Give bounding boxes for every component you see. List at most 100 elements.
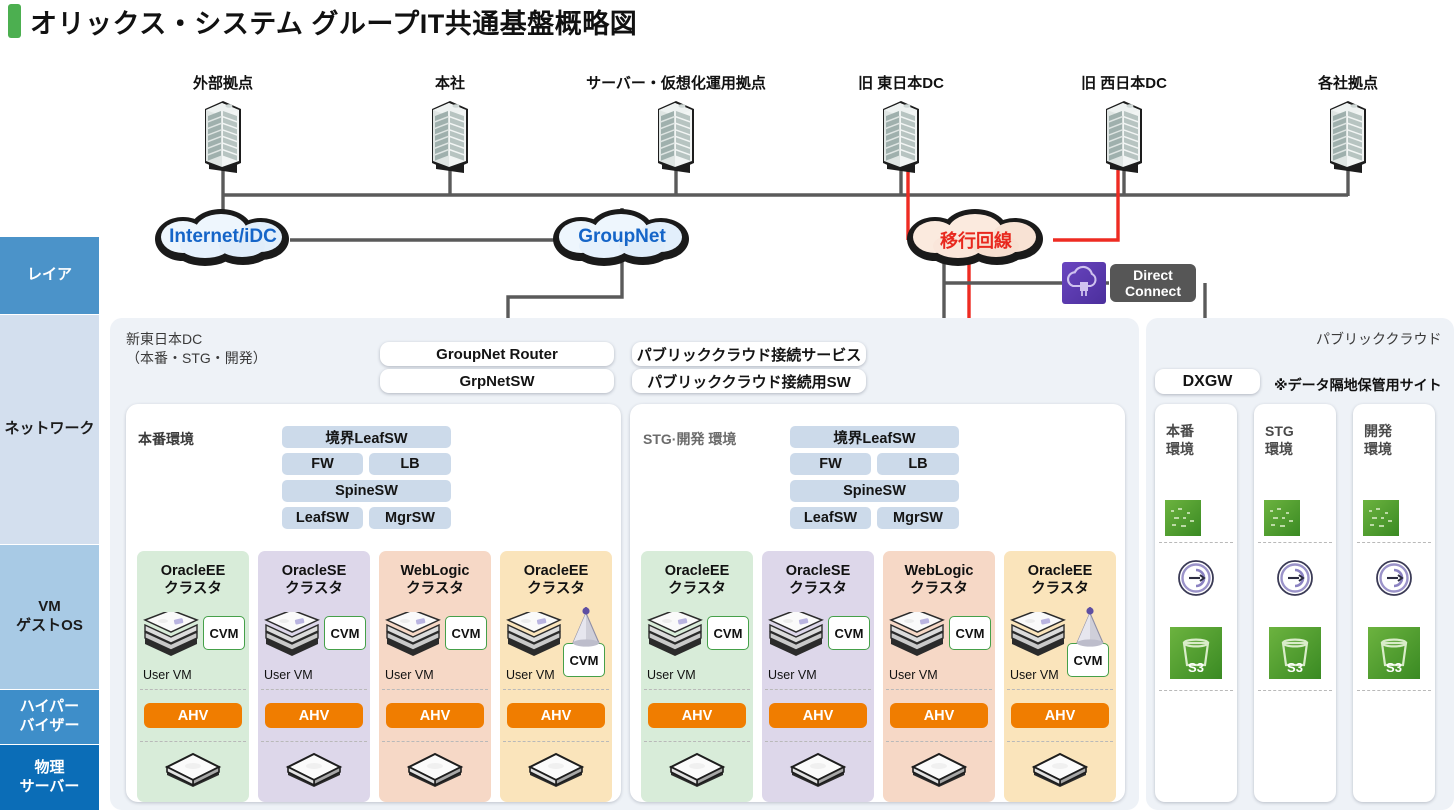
user-vm-label: User VM bbox=[264, 668, 313, 682]
user-vm-icon bbox=[504, 612, 564, 656]
cloud-env-card[interactable] bbox=[1353, 404, 1435, 802]
ahv-hypervisor-bar[interactable]: AHV bbox=[386, 703, 484, 728]
layer-divider bbox=[886, 741, 992, 742]
building-icon bbox=[1324, 95, 1372, 175]
prod-spinesw[interactable]: SpineSW bbox=[282, 480, 451, 502]
public-cloud-connect-service-pill[interactable]: パブリッククラウド接続サービス bbox=[632, 342, 866, 366]
cluster-title: WebLogic クラスタ bbox=[883, 562, 995, 598]
layer-divider bbox=[1007, 689, 1113, 690]
layer-divider bbox=[382, 741, 488, 742]
prod-boundary-leafsw[interactable]: 境界LeafSW bbox=[282, 426, 451, 448]
cvm-box[interactable]: CVM bbox=[445, 616, 487, 650]
prod-fw[interactable]: FW bbox=[282, 453, 363, 475]
user-vm-label: User VM bbox=[143, 668, 192, 682]
cluster-title: OracleEE クラスタ bbox=[641, 562, 753, 598]
ahv-hypervisor-bar[interactable]: AHV bbox=[507, 703, 605, 728]
cluster-title: OracleEE クラスタ bbox=[137, 562, 249, 598]
vpc-endpoint-icon bbox=[1375, 559, 1413, 597]
layer-divider bbox=[1357, 690, 1431, 691]
ahv-hypervisor-bar[interactable]: AHV bbox=[265, 703, 363, 728]
cloud-env-line2: 環境 bbox=[1364, 441, 1392, 458]
cloud-env-line2: 環境 bbox=[1265, 441, 1293, 458]
layer-divider bbox=[140, 689, 246, 690]
cvm-box[interactable]: CVM bbox=[203, 616, 245, 650]
layer-divider bbox=[1258, 690, 1332, 691]
layer-divider bbox=[765, 741, 871, 742]
cloud-internet-label: Internet/iDC bbox=[169, 226, 277, 247]
stg-lb[interactable]: LB bbox=[877, 453, 959, 475]
user-vm-icon bbox=[1008, 612, 1068, 656]
cloud-env-label: STG 環境 bbox=[1265, 422, 1294, 458]
cloud-internet-idc: Internet/iDC bbox=[143, 206, 303, 268]
layer-divider bbox=[503, 689, 609, 690]
s3-storage-icon: S3 bbox=[1170, 627, 1222, 679]
stg-spinesw[interactable]: SpineSW bbox=[790, 480, 959, 502]
ahv-hypervisor-bar[interactable]: AHV bbox=[648, 703, 746, 728]
cvm-box[interactable]: CVM bbox=[324, 616, 366, 650]
cloud-migration-line: 移行回線 bbox=[895, 206, 1057, 268]
cloud-env-line1: STG bbox=[1265, 423, 1294, 439]
grpnetsw-pill[interactable]: GrpNetSW bbox=[380, 369, 614, 393]
ahv-hypervisor-bar[interactable]: AHV bbox=[769, 703, 867, 728]
ahv-hypervisor-bar[interactable]: AHV bbox=[890, 703, 988, 728]
cvm-box[interactable]: CVM bbox=[707, 616, 749, 650]
site-label-0: 外部拠点 bbox=[192, 75, 253, 92]
user-vm-label: User VM bbox=[768, 668, 817, 682]
prod-mgrsw[interactable]: MgrSW bbox=[369, 507, 451, 529]
site-label-1: 本社 bbox=[434, 75, 465, 92]
stg-mgrsw[interactable]: MgrSW bbox=[877, 507, 959, 529]
prod-leafsw[interactable]: LeafSW bbox=[282, 507, 363, 529]
physical-server-icon bbox=[163, 751, 223, 787]
subnet-icon bbox=[1264, 500, 1300, 536]
building-icon bbox=[426, 95, 474, 175]
groupnet-router-pill[interactable]: GroupNet Router bbox=[380, 342, 614, 366]
cvm-box[interactable]: CVM bbox=[949, 616, 991, 650]
user-vm-icon bbox=[645, 612, 705, 656]
building-icon bbox=[877, 95, 925, 175]
cloud-groupnet: GroupNet bbox=[541, 206, 703, 268]
cluster-title: OracleSE クラスタ bbox=[762, 562, 874, 598]
stg-dev-env-label: STG·開発 環境 bbox=[643, 431, 737, 447]
ahv-hypervisor-bar[interactable]: AHV bbox=[144, 703, 242, 728]
subnet-icon bbox=[1363, 500, 1399, 536]
cloud-groupnet-label: GroupNet bbox=[578, 226, 666, 247]
cloud-env-label: 本番 環境 bbox=[1166, 422, 1194, 458]
dc-title-line2: （本番・STG・開発） bbox=[126, 349, 267, 366]
cloud-env-line2: 環境 bbox=[1166, 441, 1194, 458]
building-icon bbox=[652, 95, 700, 175]
site-label-2: サーバー・仮想化運用拠点 bbox=[586, 75, 766, 92]
user-vm-icon bbox=[383, 612, 443, 656]
stg-fw[interactable]: FW bbox=[790, 453, 871, 475]
building-icon bbox=[1100, 95, 1148, 175]
cluster-title-line2: クラスタ bbox=[285, 581, 343, 598]
public-cloud-connect-sw-pill[interactable]: パブリッククラウド接続用SW bbox=[632, 369, 866, 393]
dxgw-pill[interactable]: DXGW bbox=[1155, 369, 1260, 394]
site-label-5: 各社拠点 bbox=[1317, 75, 1378, 92]
cloud-env-card[interactable] bbox=[1155, 404, 1237, 802]
prism-central-icon bbox=[568, 605, 604, 649]
layer-divider bbox=[644, 741, 750, 742]
prod-lb[interactable]: LB bbox=[369, 453, 451, 475]
user-vm-label: User VM bbox=[1010, 668, 1059, 682]
site-label-3: 旧 東日本DC bbox=[858, 75, 944, 92]
data-offsite-note: ※データ隔地保管用サイト bbox=[1274, 377, 1442, 393]
cvm-box[interactable]: CVM bbox=[828, 616, 870, 650]
layer-divider bbox=[644, 689, 750, 690]
production-env-label: 本番環境 bbox=[138, 431, 194, 447]
stg-leafsw[interactable]: LeafSW bbox=[790, 507, 871, 529]
ahv-hypervisor-bar[interactable]: AHV bbox=[1011, 703, 1109, 728]
cluster-title-line1: WebLogic bbox=[400, 563, 470, 579]
cluster-title-line1: WebLogic bbox=[904, 563, 974, 579]
cluster-title: OracleSE クラスタ bbox=[258, 562, 370, 598]
direct-connect-badge: Direct Connect bbox=[1110, 264, 1196, 302]
user-vm-icon bbox=[766, 612, 826, 656]
cloud-env-label: 開発 環境 bbox=[1364, 422, 1392, 458]
layer-divider bbox=[261, 741, 367, 742]
layer-divider bbox=[1357, 542, 1431, 543]
user-vm-icon bbox=[887, 612, 947, 656]
cluster-title-line2: クラスタ bbox=[527, 581, 585, 598]
cloud-env-card[interactable] bbox=[1254, 404, 1336, 802]
stg-boundary-leafsw[interactable]: 境界LeafSW bbox=[790, 426, 959, 448]
svg-text:S3: S3 bbox=[1188, 660, 1204, 675]
aws-direct-connect-icon bbox=[1062, 262, 1106, 304]
